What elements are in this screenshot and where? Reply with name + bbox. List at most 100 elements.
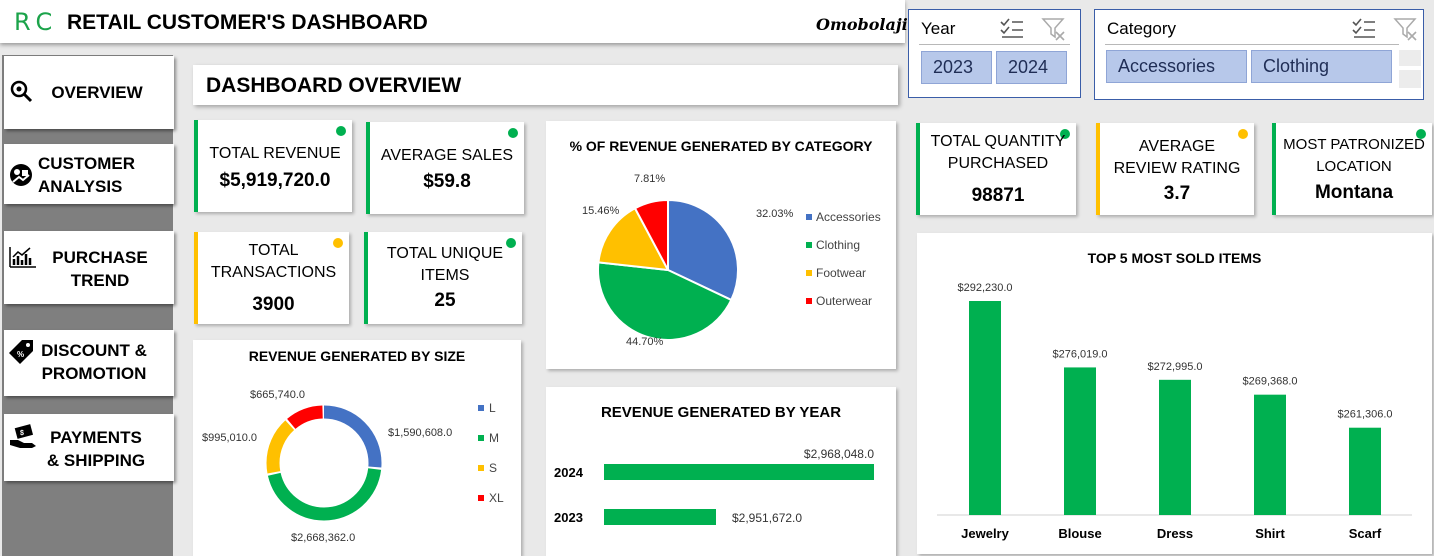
year-item-2023[interactable]: 2023 [921,51,992,84]
legend-swatch [478,405,484,411]
category-label: Dress [1157,526,1193,541]
data-label: $2,951,672.0 [732,511,802,525]
category-item-accessories[interactable]: Accessories [1106,50,1247,83]
legend-swatch [478,435,484,441]
category-pie-chart: 32.03% 44.70% 15.46% 7.81% Accessories Clothi… [582,173,881,348]
nav-overview-label: OVERVIEW [51,83,143,102]
bar [969,301,1001,515]
nav-purchase-trend-button[interactable]: PURCHASE TREND [4,231,174,304]
header-bar: RC RETAIL CUSTOMER'S DASHBOARD Omobolaji [0,0,908,43]
data-label: $272,995.0 [1147,361,1202,373]
data-label: $292,230.0 [957,282,1012,294]
status-dot [336,126,346,136]
data-label: $2,668,362.0 [291,532,355,544]
bar [604,464,874,480]
data-label: $269,368.0 [1242,376,1297,388]
bar [1349,427,1381,515]
author-name: Omobolaji [816,15,908,34]
kpi-total-revenue: TOTAL REVENUE $5,919,720.0 [194,120,352,212]
kpi-value: 98871 [971,185,1025,206]
legend-label: Accessories [816,210,881,224]
multi-select-icon[interactable] [1351,16,1377,40]
kpi-value: Montana [1314,182,1394,203]
data-label: $2,968,048.0 [804,447,874,461]
divider [919,44,1070,45]
data-label: $261,306.0 [1337,409,1392,421]
data-label: $995,010.0 [202,432,257,444]
nav-discount-promotion-button[interactable]: % DISCOUNT & PROMOTION [4,330,174,396]
kpi-label: TOTAL UNIQUE ITEMS [386,245,504,284]
clear-filter-icon[interactable] [1393,16,1419,42]
legend-swatch [806,214,812,220]
section-title: DASHBOARD OVERVIEW [193,65,898,105]
clear-filter-icon[interactable] [1041,16,1067,42]
svg-text:%: % [17,350,24,359]
divider [1105,44,1399,45]
size-donut-card: REVENUE GENERATED BY SIZE $1,590,608.0 $2… [193,340,521,556]
category-slicer: Category Accessories Clothing [1094,9,1424,100]
customer-icon [10,164,32,186]
kpi-label: TOTAL QUANTITY PURCHASED [930,133,1066,172]
bar [1159,379,1191,515]
kpi-value: $59.8 [423,171,471,192]
legend-label: Footwear [816,266,866,280]
category-label: 2023 [554,510,583,525]
category-label: Blouse [1058,526,1101,541]
kpi-value: 25 [434,290,456,311]
sidebar-nav: OVERVIEW CUSTOMER ANALYSIS PURCHASE TREN… [2,55,174,556]
legend-label: Outerwear [816,294,872,308]
kpi-label: MOST PATRONIZED LOCATION [1283,136,1425,175]
legend-swatch [478,495,484,501]
data-label: 7.81% [634,173,665,185]
year-bar-card: REVENUE GENERATED BY YEAR 2024 $2,968,048… [546,387,896,556]
category-label: Scarf [1349,526,1382,541]
legend-swatch [806,242,812,248]
nav-customer-analysis-button[interactable]: CUSTOMER ANALYSIS [4,144,174,204]
category-label: Shirt [1255,526,1285,541]
kpi-label: AVERAGE REVIEW RATING [1113,138,1241,177]
page-title: RETAIL CUSTOMER'S DASHBOARD [67,11,428,34]
bar [1254,394,1286,515]
slicer-scrollbar[interactable] [1399,50,1421,66]
slicer-scrollbar[interactable] [1399,70,1421,88]
status-dot [508,128,518,138]
kpi-label: TOTAL TRANSACTIONS [210,242,337,281]
legend-label: M [489,431,499,445]
legend-swatch [806,270,812,276]
legend-label: S [489,461,497,475]
data-label: $665,740.0 [250,389,305,401]
kpi-average-sales: AVERAGE SALES $59.8 [366,122,524,214]
top-items-bar-chart: $292,230.0 Jewelry $276,019.0 Blouse $272,99… [937,282,1412,541]
kpi-total-transactions: TOTAL TRANSACTIONS 3900 [194,232,349,324]
kpi-label: AVERAGE SALES [380,147,514,164]
legend-label: L [489,401,496,415]
nav-customer-analysis-label: CUSTOMER ANALYSIS [38,154,135,196]
kpi-label: TOTAL REVENUE [209,145,341,162]
kpi-average-rating: AVERAGE REVIEW RATING 3.7 [1096,123,1254,215]
data-label: 15.46% [582,205,620,217]
bar [1064,367,1096,515]
year-slicer-title: Year [921,19,956,38]
top-items-card: TOP 5 MOST SOLD ITEMS $292,230.0 Jewelry $… [917,233,1432,554]
data-label: $1,590,608.0 [388,427,452,439]
year-slicer: Year 2023 2024 [908,9,1081,98]
year-bar-chart: 2024 $2,968,048.0 2023 $2,951,672.0 [554,447,874,525]
bar [604,509,716,525]
multi-select-icon[interactable] [999,16,1025,40]
nav-discount-promotion-label: DISCOUNT & PROMOTION [41,341,147,383]
legend-swatch [806,298,812,304]
category-label: 2024 [554,465,584,480]
magnifier-icon [10,80,33,103]
year-item-2024[interactable]: 2024 [996,51,1067,84]
nav-overview-button[interactable]: OVERVIEW [4,56,174,129]
legend-swatch [478,465,484,471]
category-pie-card: % OF REVENUE GENERATED BY CATEGORY 32.03… [546,121,896,369]
category-item-clothing[interactable]: Clothing [1251,50,1392,83]
legend-label: Clothing [816,238,860,252]
section-title-text: DASHBOARD OVERVIEW [206,74,462,97]
nav-payments-shipping-button[interactable]: $ PAYMENTS & SHIPPING [4,414,174,481]
category-slicer-title: Category [1107,19,1176,38]
nav-purchase-trend-label: PURCHASE TREND [52,248,148,290]
legend-label: XL [489,491,504,505]
app-logo: RC [14,8,59,36]
